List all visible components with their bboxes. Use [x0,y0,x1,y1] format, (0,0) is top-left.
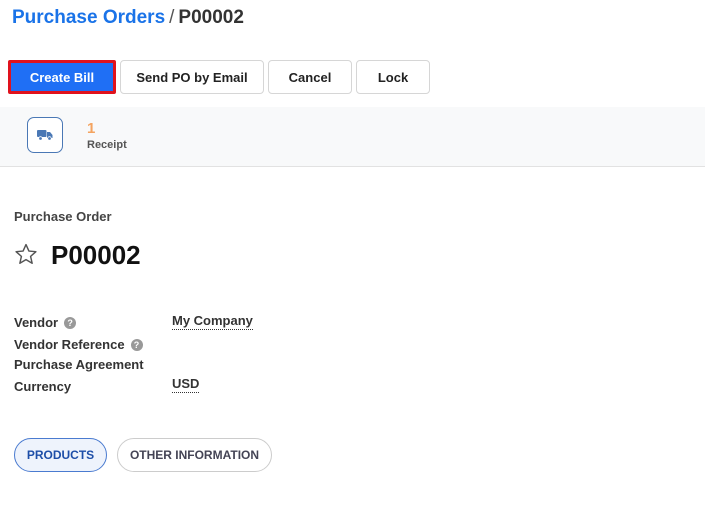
star-icon[interactable] [13,242,39,267]
form-type-label: Purchase Order [14,209,112,224]
receipt-smart-button[interactable] [27,117,63,153]
truck-icon [37,130,53,141]
breadcrumb: Purchase Orders / P00002 [12,7,244,29]
send-po-email-button[interactable]: Send PO by Email [120,60,264,94]
receipt-count[interactable]: 1 [87,120,95,137]
po-name-title: P00002 [51,240,141,270]
vendor-reference-label-text: Vendor Reference [14,337,125,352]
vendor-label-text: Vendor [14,315,59,330]
purchase-agreement-label-text: Purchase Agreement [14,357,144,372]
cancel-button[interactable]: Cancel [268,60,352,94]
vendor-reference-label: Vendor Reference ? [14,337,143,352]
breadcrumb-purchase-orders-link[interactable]: Purchase Orders [12,7,165,28]
breadcrumb-separator: / [169,7,175,28]
create-bill-button[interactable]: Create Bill [8,60,116,94]
vendor-help-icon[interactable]: ? [64,316,77,329]
action-toolbar: Create Bill Send PO by Email Cancel Lock [8,60,430,94]
currency-field[interactable]: USD [172,376,200,393]
currency-label-text: Currency [14,379,72,394]
tab-products[interactable]: PRODUCTS [14,438,107,472]
smart-button-bar: 1 Receipt [0,107,705,167]
vendor-field[interactable]: My Company [172,313,253,330]
tab-other-information[interactable]: OTHER INFORMATION [117,438,272,472]
breadcrumb-current: P00002 [178,7,244,28]
purchase-agreement-label: Purchase Agreement [14,357,144,372]
vendor-label: Vendor ? [14,315,77,330]
vendor-reference-help-icon[interactable]: ? [130,338,143,351]
receipt-label[interactable]: Receipt [87,139,127,151]
currency-label: Currency [14,379,71,394]
lock-button[interactable]: Lock [356,60,430,94]
